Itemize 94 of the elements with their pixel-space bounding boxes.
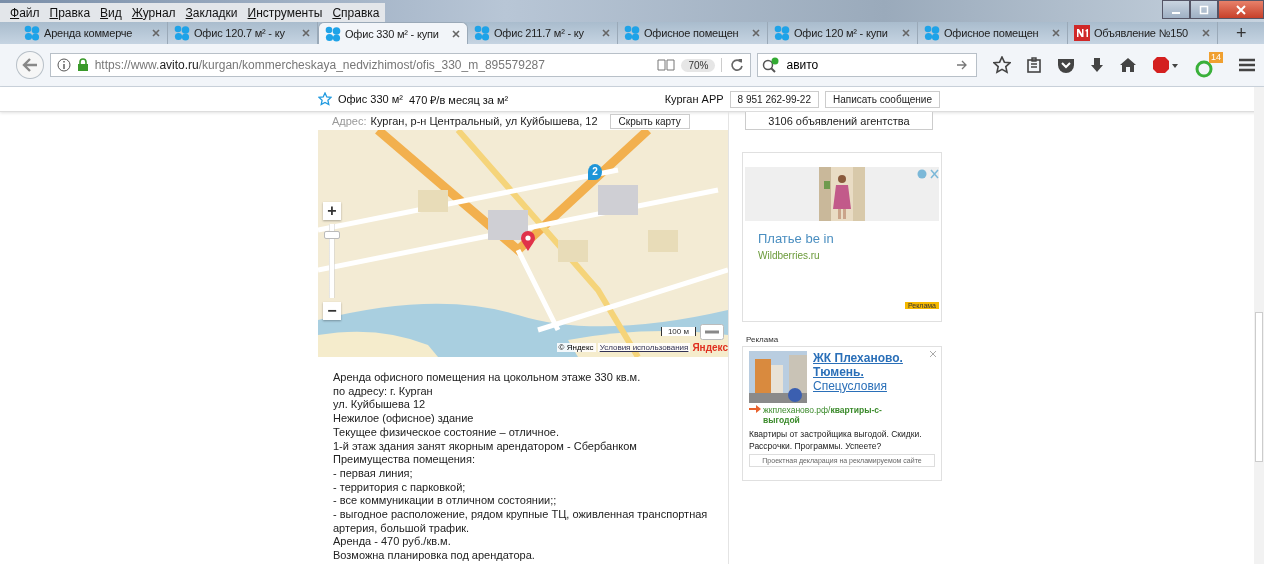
- news-logo-icon: [1074, 25, 1090, 41]
- search-field[interactable]: авито: [757, 53, 977, 77]
- message-button[interactable]: Написать сообщение: [825, 90, 940, 108]
- description-line: 1-й этаж здания занят якорным арендатором - Сбербанком: [333, 439, 638, 454]
- ad-url-link[interactable]: жкплеханово.рф/квартиры-с-выгодой: [763, 405, 903, 425]
- dots-icon: [24, 25, 40, 41]
- ruler-icon[interactable]: [700, 324, 724, 340]
- map-provider-logo: Яндекс: [692, 342, 728, 353]
- download-icon[interactable]: [1090, 57, 1104, 73]
- maximize-button[interactable]: [1190, 0, 1218, 19]
- terms-link[interactable]: Условия использования: [597, 343, 691, 352]
- close-icon[interactable]: [151, 28, 161, 38]
- new-tab-button[interactable]: +: [1232, 22, 1251, 44]
- dots-icon: [924, 25, 940, 41]
- dots-icon: [174, 25, 190, 41]
- menu-item[interactable]: Правка: [49, 6, 91, 22]
- zoom-out-button[interactable]: −: [323, 302, 341, 320]
- close-icon[interactable]: [929, 350, 937, 358]
- address-label: Адрес:: [332, 115, 367, 127]
- ad-title-link[interactable]: Тюмень.: [813, 365, 903, 379]
- close-icon[interactable]: [601, 28, 611, 38]
- back-button[interactable]: [16, 51, 44, 79]
- minimize-button[interactable]: [1162, 0, 1190, 19]
- seller-name: Курган APP: [664, 93, 724, 105]
- info-icon: [56, 58, 71, 72]
- description-line: Возможна планировка под арендатора.: [333, 549, 536, 563]
- menu-item[interactable]: Журнал: [131, 6, 176, 22]
- hide-map-button[interactable]: Скрыть карту: [609, 113, 690, 129]
- favorite-star-icon[interactable]: [318, 92, 332, 106]
- menu-item[interactable]: Файл: [10, 6, 40, 22]
- zoom-in-button[interactable]: +: [323, 202, 341, 220]
- description-line: Аренда - 470 руб./кв.м.: [333, 535, 452, 550]
- adblock-icon[interactable]: [1152, 56, 1180, 74]
- menu-item[interactable]: Справка: [332, 6, 380, 22]
- description-line: - выгодное расположение, рядом крупные ТЦ, оживленная транспортная: [333, 508, 709, 522]
- lock-icon: [76, 58, 89, 72]
- ad-domain: Wildberries.ru: [758, 250, 821, 261]
- close-icon[interactable]: [1201, 28, 1211, 38]
- address-value: Курган, р-н Центральный, ул Куйбышева, 12: [370, 115, 598, 127]
- description-line: ул. Куйбышева 12: [333, 398, 427, 413]
- description-line: Аренда офисного помещения на цокольном этаже 330 кв.м.: [333, 371, 642, 385]
- description-line: Преимущества помещения:: [333, 453, 476, 467]
- bookmark-star-icon[interactable]: [993, 56, 1011, 74]
- clipboard-icon[interactable]: [1026, 57, 1042, 73]
- dots-icon: [774, 25, 790, 41]
- dots-icon: [474, 25, 490, 41]
- close-icon[interactable]: [301, 28, 311, 38]
- description-line: по адресу: г. Курган: [333, 384, 434, 399]
- description-line: - территория с парковкой;: [333, 480, 467, 495]
- close-icon[interactable]: [901, 28, 911, 38]
- agency-listings-button[interactable]: 3106 объявлений агентства: [745, 112, 933, 130]
- close-button[interactable]: [1218, 0, 1264, 19]
- url-field[interactable]: https://www.avito.ru/kurgan/kommercheskaya_nedvizhimost/ofis_330_m_895579287 70%: [49, 53, 752, 77]
- location-pin-icon: [520, 230, 536, 252]
- listing-title: Офис 330 м²: [338, 93, 403, 105]
- zoom-slider-thumb[interactable]: [324, 230, 340, 239]
- description-line: артерия, большой трафик.: [333, 521, 471, 536]
- description-line: Текущее физическое состояние – отличное.: [333, 425, 560, 440]
- menu-item[interactable]: Закладки: [185, 6, 238, 22]
- menu-item[interactable]: Инструменты: [247, 6, 323, 22]
- ad-text: Квартиры от застройщика выгодой. Скидки. Рассрочки. Программы. Успеете?: [749, 428, 923, 452]
- ad-title[interactable]: Платье be in: [758, 231, 941, 246]
- close-icon[interactable]: [751, 28, 761, 38]
- close-icon: [1235, 4, 1247, 15]
- arrow-icon: [749, 405, 761, 413]
- reload-icon[interactable]: [721, 58, 745, 72]
- description-line: - первая линия;: [333, 466, 414, 481]
- description-line: - все коммуникации в отличном состоянии;;: [333, 494, 558, 509]
- close-icon[interactable]: [1051, 28, 1061, 38]
- back-arrow-icon: [21, 58, 38, 72]
- reader-icon[interactable]: [657, 58, 676, 72]
- ad-title-link[interactable]: Спецусловия: [813, 379, 903, 393]
- phone-button[interactable]: 8 951 262-99-22: [729, 90, 819, 108]
- maximize-icon: [1198, 4, 1210, 15]
- ad-label: Реклама: [746, 335, 780, 344]
- home-icon[interactable]: [1119, 57, 1137, 73]
- description-line: Нежилое (офисное) здание: [333, 412, 475, 426]
- notification-badge: 14: [1209, 52, 1223, 63]
- map-scale: 100 м: [660, 327, 696, 336]
- close-icon[interactable]: [451, 28, 461, 39]
- pocket-icon[interactable]: [1057, 57, 1075, 73]
- dots-icon: [325, 25, 341, 42]
- map-copyright: © Яндекс: [556, 343, 596, 352]
- ad-info-icon[interactable]: [917, 169, 939, 179]
- browser-tab[interactable]: Офис 330 м² - купи: [318, 22, 468, 44]
- ad-title-link[interactable]: ЖК Плеханово.: [813, 351, 903, 365]
- listing-price: 470 ₽/в месяц за м²: [408, 92, 509, 107]
- dots-icon: [624, 25, 640, 41]
- menu-item[interactable]: Вид: [100, 6, 122, 22]
- zoom-level[interactable]: 70%: [681, 58, 716, 72]
- minimize-icon: [1172, 11, 1180, 14]
- scrollbar[interactable]: [1254, 87, 1264, 564]
- menu-icon[interactable]: [1238, 57, 1256, 73]
- go-arrow-icon[interactable]: [956, 60, 968, 70]
